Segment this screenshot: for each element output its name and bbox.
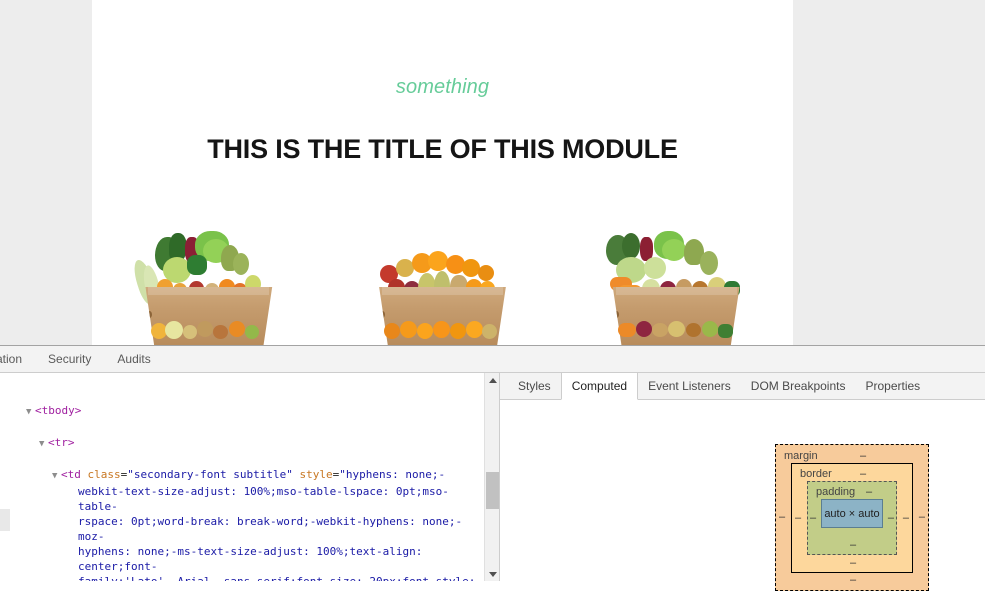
box-model-margin-left[interactable]: – [779,511,785,523]
produce-box-image-1 [123,225,295,345]
td-style-value-4: hyphens: none;-ms-text-size-adjust: 100%… [78,545,429,573]
pre-title-text: something [395,76,490,98]
styles-tabbar: Styles Computed Event Listeners DOM Brea… [500,373,985,400]
tab-dom-breakpoints[interactable]: DOM Breakpoints [741,373,856,399]
produce-heap-1-front [149,317,269,343]
box-model-padding-bottom[interactable]: – [850,539,856,551]
page-viewport: something THIS IS THE TITLE OF THIS MODU… [0,0,985,345]
devtools-tab-audits[interactable]: Audits [104,346,163,372]
box-model-diagram: margin – – – – border – – – – padding – … [775,444,929,591]
tab-styles[interactable]: Styles [508,373,561,399]
devtools-tab-security[interactable]: Security [35,346,104,372]
tab-properties[interactable]: Properties [855,373,930,399]
produce-box-image-3 [590,225,762,345]
box-model-margin-top[interactable]: – [860,450,866,462]
dom-node-tbody[interactable]: ▼ <tbody> [0,403,478,420]
dom-tree-scrollbar[interactable] [484,373,499,581]
td-style-attr-name: style [299,468,333,481]
tab-computed[interactable]: Computed [560,373,639,400]
dom-pane-left-gutter [0,509,10,531]
box-model-padding-right[interactable]: – [888,512,894,524]
dom-node-tbody-text: <tbody> [35,404,82,417]
box-model-margin-right[interactable]: – [919,511,925,523]
tab-event-listeners[interactable]: Event Listeners [638,373,741,399]
scroll-up-arrow-icon[interactable] [485,373,499,387]
box-model-margin-bottom[interactable]: – [850,574,856,586]
dom-tree: ▼ <tbody> ▼ <tr> ▼ <td class="secondary-fon… [0,373,478,581]
box-model-border-top[interactable]: – [860,468,866,480]
disclosure-triangle-icon[interactable]: ▼ [39,437,48,452]
box-model-padding-label: padding [816,486,856,498]
devtools-main-tabbar: ation Security Audits [0,346,985,373]
module-title-heading: THIS IS THE TITLE OF THIS MODULE [207,134,678,164]
box-model-border-right[interactable]: – [903,512,909,524]
dom-node-tr[interactable]: ▼ <tr> [0,435,478,452]
dom-node-partial-above [0,380,478,388]
scroll-down-arrow-icon[interactable] [485,567,499,581]
box-model-border-bottom[interactable]: – [850,557,856,569]
disclosure-triangle-icon[interactable]: ▼ [52,469,61,484]
devtools-tab-application[interactable]: ation [0,346,35,372]
box-model-padding-top[interactable]: – [866,486,872,498]
produce-boxes-row [92,222,793,345]
disclosure-triangle-icon[interactable]: ▼ [26,405,35,420]
dom-node-tr-text: <tr> [48,436,75,449]
box-model-margin-label: margin [784,450,818,462]
td-style-value-3: rspace: 0pt;word-break: break-word;-webk… [78,515,463,543]
td-class-value: "secondary-font subtitle" [127,468,293,481]
box-model-content-layer[interactable]: auto × auto [821,499,883,528]
dom-tree-pane[interactable]: ▼ <tbody> ▼ <tr> ▼ <td class="secondary-fon… [0,373,500,581]
td-style-value-5: family:'Lato', Arial, sans-serif;font-si… [52,574,478,581]
box-model-border-label: border [800,468,832,480]
box-model-content-size: auto × auto [824,507,880,520]
box-model-padding-left[interactable]: – [810,512,816,524]
produce-heap-2-front [382,315,502,343]
computed-tab-content: margin – – – – border – – – – padding – … [500,400,985,591]
td-style-value-1: "hyphens: none;- [339,468,446,481]
td-class-attr-name: class [87,468,121,481]
devtools-panel: ation Security Audits ▼<tbody> ▼<tr> ▼<t… [0,345,985,591]
scrollbar-thumb[interactable] [486,472,499,509]
produce-heap-3-front [616,315,736,343]
box-model-border-left[interactable]: – [795,512,801,524]
produce-box-image-2 [356,225,528,345]
devtools-body: ▼ <tbody> ▼ <tr> ▼ <td class="secondary-fon… [0,373,985,591]
dom-node-td[interactable]: ▼ <td class="secondary-font subtitle" sty… [0,467,478,581]
styles-sidebar-pane: Styles Computed Event Listeners DOM Brea… [500,373,985,591]
td-style-value-2: webkit-text-size-adjust: 100%;mso-table-… [78,485,449,513]
page-canvas: something THIS IS THE TITLE OF THIS MODU… [92,0,793,345]
